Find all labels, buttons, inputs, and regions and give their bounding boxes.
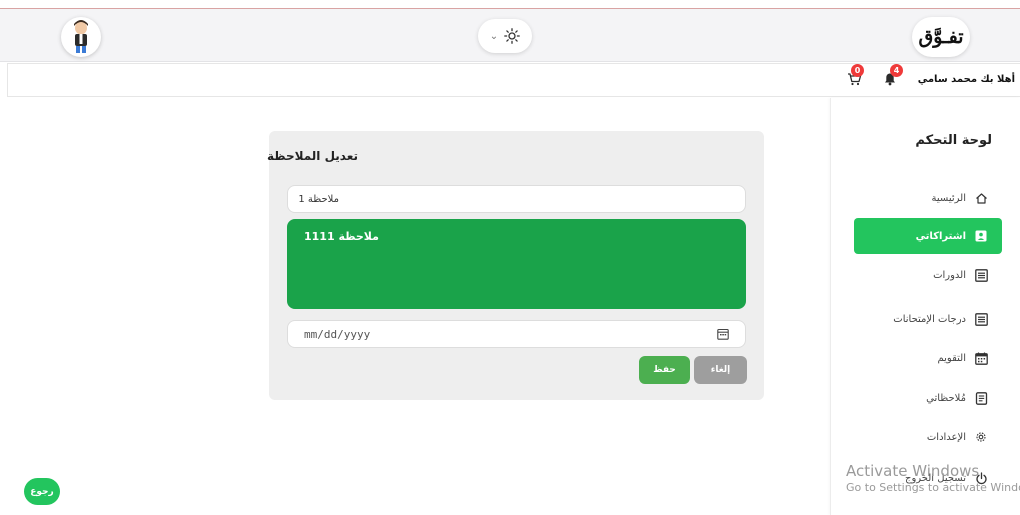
page-title: تعديل الملاحظة [267, 149, 358, 163]
date-placeholder: mm/dd/yyyy [304, 327, 371, 341]
sidebar-item-notes[interactable]: مُلاحظاتي [854, 380, 1002, 416]
note-title-input[interactable]: ملاحظة 1 [287, 185, 746, 213]
edit-note-card: تعديل الملاحظة ملاحظة 1 ملاحظة 1111 mm/d… [267, 131, 764, 400]
cancel-button[interactable]: إلغاء [694, 356, 747, 384]
calendar-picker-icon[interactable] [717, 328, 729, 340]
user-avatar-icon [74, 20, 88, 53]
cart-button[interactable]: 0 [844, 64, 864, 89]
notes-icon [974, 391, 988, 405]
sidebar-item-label: مُلاحظاتي [926, 392, 966, 404]
top-accent-line [0, 0, 1020, 9]
logo[interactable]: تفـوَّق [912, 17, 970, 57]
home-icon [974, 191, 988, 205]
sidebar-item-calendar[interactable]: التقويم [854, 340, 1002, 376]
watermark-subtitle: Go to Settings to activate Windows. [846, 481, 1020, 494]
sidebar-item-settings[interactable]: الإعدادات [854, 419, 1002, 455]
list-icon [974, 268, 988, 282]
note-content-value: ملاحظة 1111 [304, 230, 379, 243]
sidebar-item-label: التقويم [937, 352, 966, 364]
back-button[interactable]: رجوع [24, 478, 60, 505]
greeting-text: أهلا بك محمد سامي [917, 74, 1015, 85]
calendar-icon [974, 351, 988, 365]
cart-badge: 0 [851, 64, 864, 77]
sidebar-item-label: الرئيسية [931, 192, 966, 204]
top-bar: ⌄ تفـوَّق [0, 9, 1020, 62]
sidebar-item-exam-grades[interactable]: درجات الإمتحانات [854, 301, 1002, 337]
logo-text: تفـوَّق [918, 26, 964, 48]
avatar[interactable] [61, 17, 101, 57]
sidebar-item-label: اشتراكاتي [915, 230, 966, 242]
watermark-title: Activate Windows [846, 462, 980, 480]
sun-icon [504, 28, 521, 44]
id-card-icon [974, 229, 988, 243]
sidebar-item-label: الإعدادات [926, 431, 966, 443]
theme-toggle[interactable]: ⌄ [478, 19, 532, 53]
notifications-badge: 4 [890, 64, 903, 77]
sidebar-item-home[interactable]: الرئيسية [854, 180, 1002, 216]
notifications-button[interactable]: 4 [880, 64, 903, 89]
sidebar: لوحة التحكم الرئيسية اشتراكاتي الدورات د… [830, 98, 1020, 515]
note-title-value: ملاحظة 1 [298, 193, 339, 205]
note-content-textarea[interactable]: ملاحظة 1111 [287, 219, 746, 309]
gear-icon [974, 430, 988, 444]
chevron-down-icon: ⌄ [489, 30, 499, 42]
list-icon [974, 312, 988, 326]
sidebar-item-subscriptions[interactable]: اشتراكاتي [854, 218, 1002, 254]
sidebar-item-label: درجات الإمتحانات [893, 313, 966, 325]
note-date-input[interactable]: mm/dd/yyyy [287, 320, 746, 348]
sidebar-item-courses[interactable]: الدورات [854, 257, 1002, 293]
save-button[interactable]: حفظ [639, 356, 690, 384]
windows-activation-watermark: Activate Windows Go to Settings to activ… [846, 462, 1020, 494]
sidebar-title: لوحة التحكم [915, 133, 992, 148]
sidebar-item-label: الدورات [933, 269, 966, 281]
sub-header-bar [7, 63, 1020, 97]
